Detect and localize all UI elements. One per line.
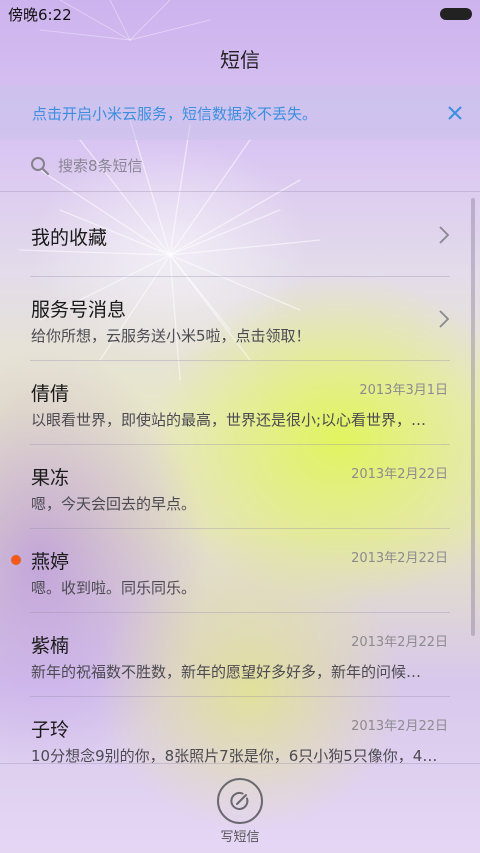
conversation-title: 倩倩 — [31, 383, 70, 405]
page-title: 短信 — [220, 48, 260, 72]
chevron-right-icon — [439, 310, 450, 328]
conversation-title: 子玲 — [31, 719, 70, 741]
conversation-item[interactable]: 紫楠 2013年2月22日 新年的祝福数不胜数，新年的愿望好多好多，新年的问候… — [0, 613, 480, 697]
conversation-title: 果冻 — [31, 467, 70, 489]
unread-dot — [11, 555, 21, 565]
chevron-right-icon — [439, 226, 450, 244]
status-time: 傍晚6:22 — [8, 6, 72, 24]
conversation-item[interactable]: 倩倩 2013年3月1日 以眼看世界，即使站的最高，世界还是很小;以心看世界，… — [0, 361, 480, 445]
conversation-title: 服务号消息 — [31, 299, 127, 321]
compose-label[interactable]: 写短信 — [0, 826, 480, 845]
favorites-item[interactable]: 我的收藏 — [0, 193, 480, 277]
search-bar[interactable] — [0, 140, 480, 192]
cloud-banner-text[interactable]: 点击开启小米云服务，短信数据永不丢失。 — [32, 103, 317, 124]
conversation-preview: 以眼看世界，即使站的最高，世界还是很小;以心看世界，… — [31, 411, 427, 429]
search-input[interactable] — [58, 152, 438, 180]
conversation-date: 2013年2月22日 — [351, 719, 448, 734]
title-bar: 短信 — [0, 26, 480, 86]
scrollbar-thumb[interactable] — [471, 198, 475, 636]
conversation-title: 我的收藏 — [31, 227, 108, 249]
conversation-item[interactable]: 子玲 2013年2月22日 10分想念9别的你，8张照片7张是你，6只小狗5只像… — [0, 697, 480, 763]
compose-icon — [230, 792, 249, 810]
conversation-title: 燕婷 — [31, 551, 70, 573]
conversation-item[interactable]: 燕婷 2013年2月22日 嗯。收到啦。同乐同乐。 — [0, 529, 480, 613]
conversation-item[interactable]: 果冻 2013年2月22日 嗯，今天会回去的早点。 — [0, 445, 480, 529]
close-icon[interactable] — [444, 102, 466, 124]
conversation-date: 2013年2月22日 — [351, 467, 448, 482]
compose-button[interactable] — [217, 778, 263, 824]
service-messages-item[interactable]: 服务号消息 给你所想，云服务送小米5啦，点击领取！ — [0, 277, 480, 361]
status-bar: 傍晚6:22 — [0, 0, 480, 26]
conversation-date: 2013年2月22日 — [351, 551, 448, 566]
conversation-preview: 10分想念9别的你，8张照片7张是你，6只小狗5只像你，4… — [31, 747, 438, 763]
search-icon — [31, 157, 49, 175]
conversation-list: 我的收藏 服务号消息 给你所想，云服务送小米5啦，点击领取！ 倩倩 2013年3… — [0, 193, 480, 763]
conversation-date: 2013年2月22日 — [351, 635, 448, 650]
conversation-preview: 给你所想，云服务送小米5啦，点击领取！ — [31, 327, 311, 345]
conversation-date: 2013年3月1日 — [359, 383, 448, 398]
conversation-preview: 嗯，今天会回去的早点。 — [31, 495, 197, 513]
conversation-preview: 嗯。收到啦。同乐同乐。 — [31, 579, 197, 597]
cloud-service-banner[interactable]: 点击开启小米云服务，短信数据永不丢失。 — [0, 86, 480, 140]
bottom-bar: 写短信 — [0, 763, 480, 853]
battery-icon — [440, 8, 472, 20]
conversation-preview: 新年的祝福数不胜数，新年的愿望好多好多，新年的问候… — [31, 663, 422, 681]
conversation-title: 紫楠 — [31, 635, 70, 657]
